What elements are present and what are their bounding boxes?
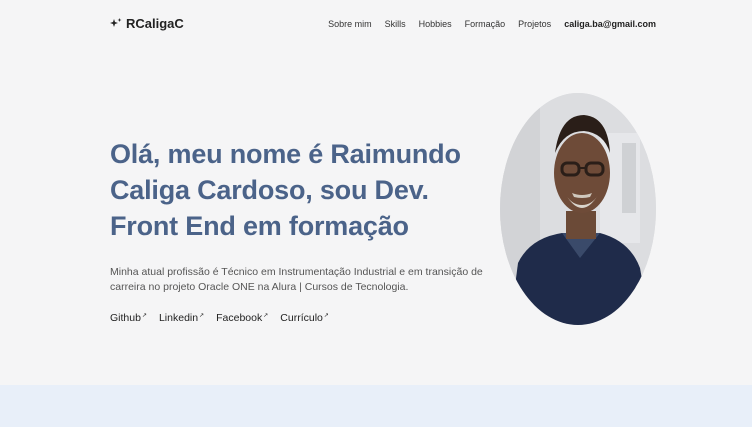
external-link-icon: ↗: [263, 313, 269, 319]
next-section-band: [0, 385, 752, 427]
external-link-icon: ↗: [141, 313, 147, 319]
main-nav: Sobre mim Skills Hobbies Formação Projet…: [328, 19, 656, 29]
hero-description: Minha atual profissão é Técnico em Instr…: [110, 266, 483, 293]
nav-sobre-mim[interactable]: Sobre mim: [328, 19, 372, 29]
hero-title: Olá, meu nome é Raimundo Caliga Cardoso,…: [110, 139, 461, 241]
logo-text: RCaligaC: [126, 16, 184, 31]
facebook-link[interactable]: Facebook ↗: [216, 312, 268, 324]
nav-skills[interactable]: Skills: [385, 19, 406, 29]
nav-formacao[interactable]: Formação: [465, 19, 506, 29]
external-link-icon: ↗: [323, 313, 329, 319]
curriculo-link-label: Currículo: [280, 312, 323, 324]
facebook-link-label: Facebook: [216, 312, 263, 324]
profile-photo: [500, 93, 656, 325]
profile-photo-illustration: [500, 93, 656, 325]
social-links: Github ↗ Linkedin ↗ Facebook ↗ Currículo…: [110, 312, 329, 324]
email-link[interactable]: caliga.ba@gmail.com: [564, 19, 656, 29]
github-link[interactable]: Github ↗: [110, 312, 147, 324]
github-link-label: Github: [110, 312, 141, 324]
site-header: RCaligaC Sobre mim Skills Hobbies Formaç…: [0, 0, 752, 50]
nav-projetos[interactable]: Projetos: [518, 19, 551, 29]
linkedin-link[interactable]: Linkedin ↗: [159, 312, 204, 324]
curriculo-link[interactable]: Currículo ↗: [280, 312, 329, 324]
nav-hobbies[interactable]: Hobbies: [419, 19, 452, 29]
sparkle-icon: [110, 17, 122, 27]
external-link-icon: ↗: [199, 313, 205, 319]
logo[interactable]: RCaligaC: [110, 16, 184, 31]
linkedin-link-label: Linkedin: [158, 312, 199, 324]
